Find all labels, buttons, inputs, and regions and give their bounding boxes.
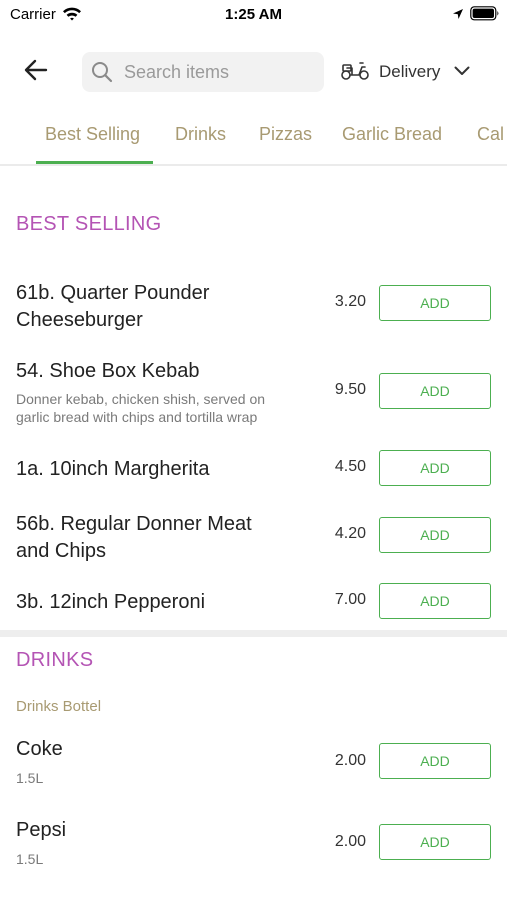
category-tabs: Best Selling Drinks Pizzas Garlic Bread … (0, 112, 507, 166)
item-size: 1.5L (16, 770, 44, 786)
tab-pizzas[interactable]: Pizzas (259, 124, 312, 145)
item-name: Cheeseburger (16, 309, 143, 331)
item-price: 9.50 (334, 381, 366, 398)
add-button[interactable]: ADD (379, 517, 491, 553)
chevron-down-icon (454, 63, 470, 81)
item-size: 1.5L (16, 851, 44, 867)
search-bar[interactable] (82, 52, 324, 92)
item-name: 54. Shoe Box Kebab (16, 360, 200, 382)
item-price: 2.00 (334, 752, 366, 769)
tab-best-selling[interactable]: Best Selling (45, 124, 140, 145)
add-button[interactable]: ADD (379, 373, 491, 409)
section-title-best-selling: BEST SELLING (16, 213, 162, 235)
add-button[interactable]: ADD (379, 450, 491, 486)
location-arrow-icon (452, 7, 464, 25)
item-name: Pepsi (16, 819, 67, 841)
item-price: 7.00 (334, 591, 366, 608)
add-button[interactable]: ADD (379, 824, 491, 860)
item-price: 4.50 (334, 458, 366, 475)
tab-drinks[interactable]: Drinks (175, 124, 226, 145)
scooter-icon (340, 59, 370, 86)
delivery-selector[interactable]: Delivery (340, 54, 470, 90)
section-divider (0, 630, 507, 637)
item-price: 3.20 (334, 293, 366, 310)
back-arrow-icon (24, 59, 48, 86)
search-icon (91, 61, 113, 83)
item-name: and Chips (16, 540, 107, 562)
section-title-drinks: DRINKS (16, 649, 94, 671)
item-description: Donner kebab, chicken shish, served on (16, 391, 266, 407)
active-tab-indicator (36, 161, 153, 164)
tab-garlic-bread[interactable]: Garlic Bread (342, 124, 442, 145)
back-button[interactable] (18, 54, 54, 90)
search-input[interactable] (122, 60, 316, 84)
item-name: 56b. Regular Donner Meat (16, 513, 252, 535)
add-button[interactable]: ADD (379, 743, 491, 779)
add-button[interactable]: ADD (379, 285, 491, 321)
status-time: 1:25 AM (225, 6, 282, 23)
item-price: 2.00 (334, 833, 366, 850)
item-name: Coke (16, 738, 63, 760)
tab-cal[interactable]: Cal (477, 124, 504, 145)
item-description: garlic bread with chips and tortilla wra… (16, 409, 258, 425)
battery-icon (470, 6, 500, 26)
item-name: 61b. Quarter Pounder (16, 282, 210, 304)
delivery-label: Delivery (379, 62, 441, 81)
top-bar: Delivery (0, 44, 507, 100)
subsection-title: Drinks Bottel (16, 698, 102, 715)
item-name: 3b. 12inch Pepperoni (16, 591, 206, 613)
status-bar: Carrier 1:25 AM (0, 0, 507, 30)
add-button[interactable]: ADD (379, 583, 491, 619)
item-name: 1a. 10inch Margherita (16, 458, 210, 480)
item-price: 4.20 (334, 525, 366, 542)
